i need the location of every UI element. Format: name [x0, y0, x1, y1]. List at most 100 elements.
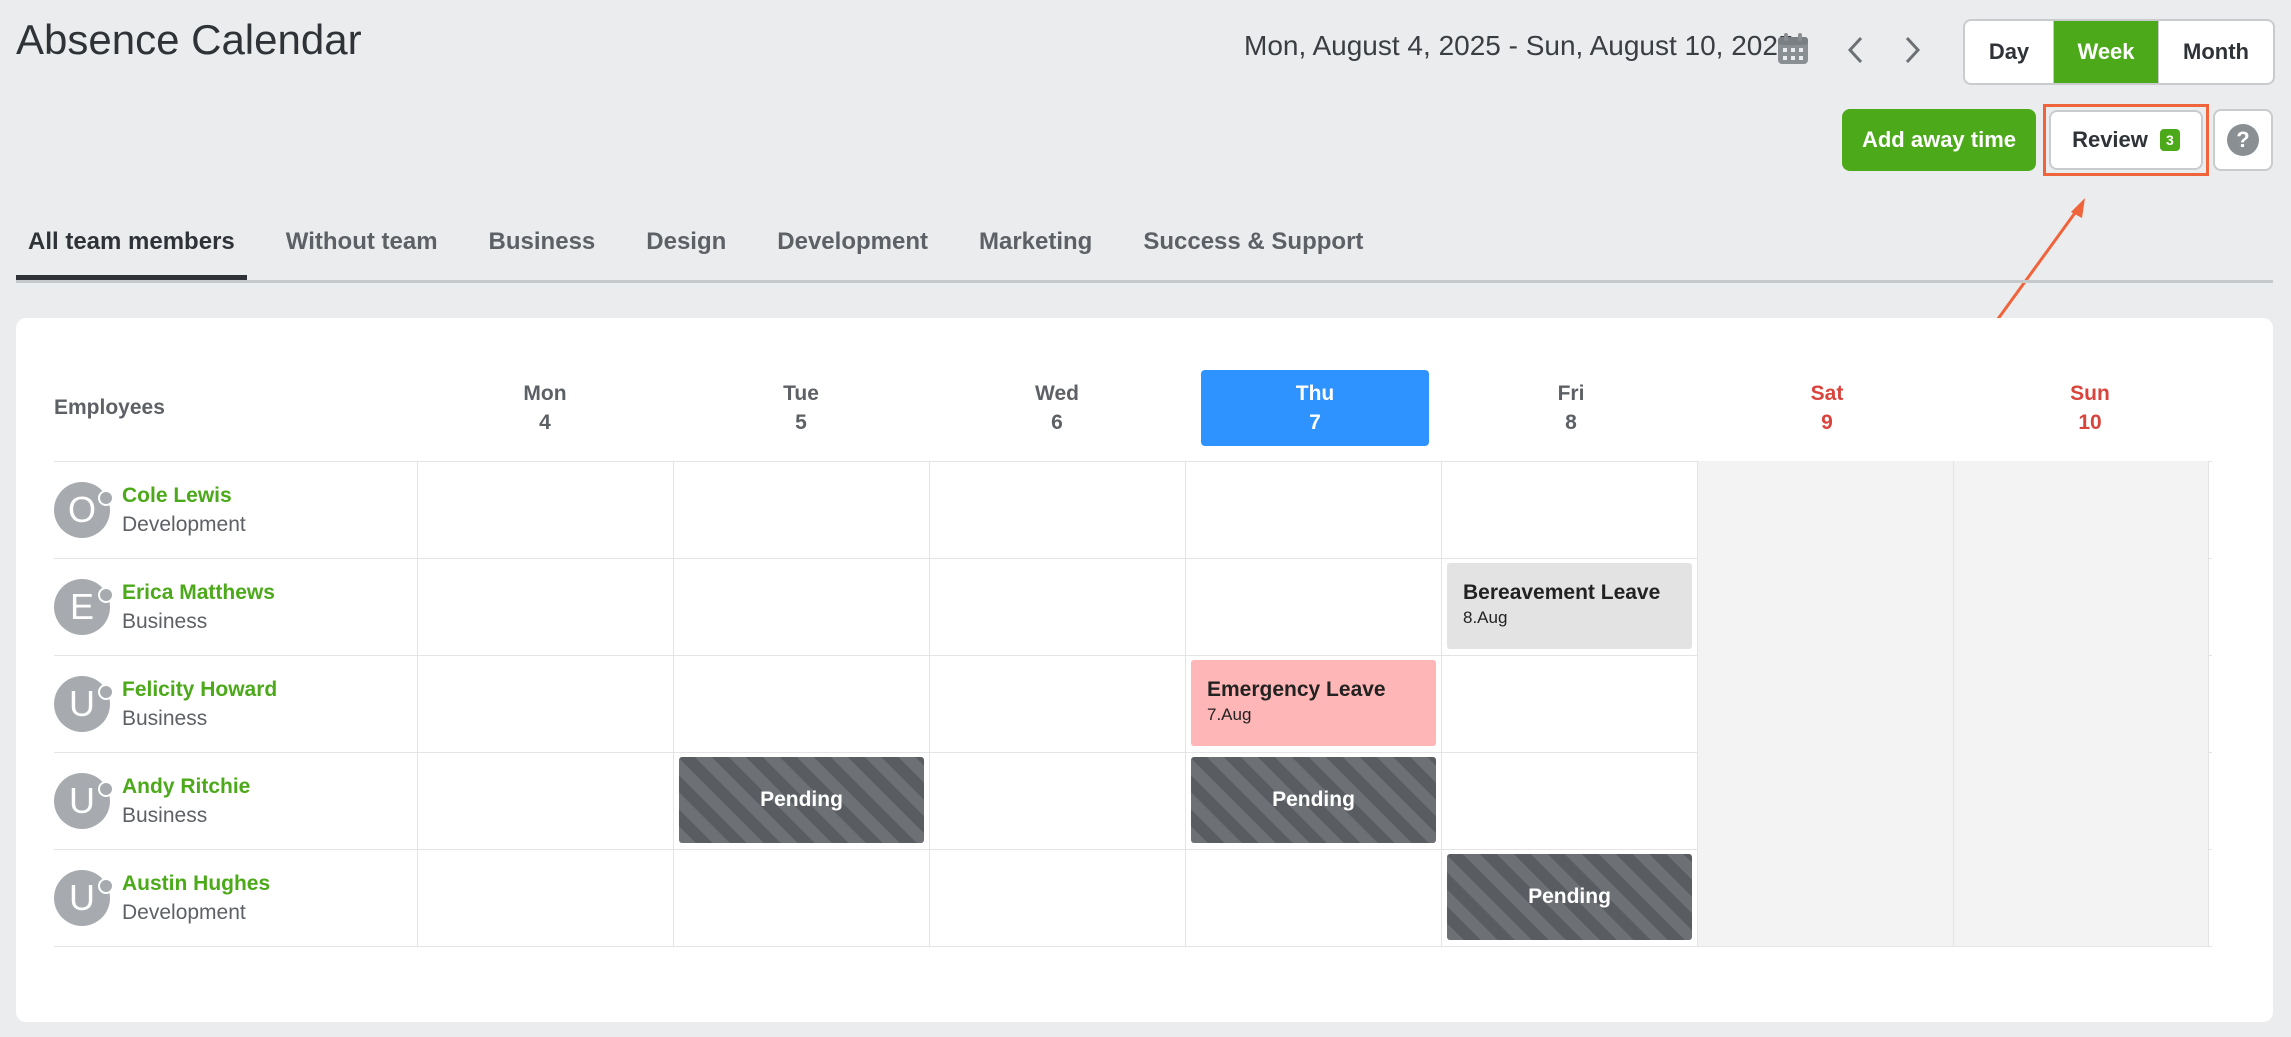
pending-event[interactable]: Pending [679, 757, 924, 843]
employee-cell: U Austin Hughes Development [54, 849, 416, 946]
day-cell[interactable] [1185, 558, 1441, 655]
day-cell-weekend[interactable] [1697, 461, 1953, 558]
employee-team: Development [122, 512, 246, 536]
employee-name-link[interactable]: Andy Ritchie [122, 772, 250, 801]
day-cell[interactable] [929, 655, 1185, 752]
employee-name-link[interactable]: Felicity Howard [122, 675, 277, 704]
emergency-leave-event[interactable]: Emergency Leave 7.Aug [1191, 660, 1436, 746]
employee-team: Development [122, 900, 246, 924]
day-cell[interactable] [929, 558, 1185, 655]
day-name: Mon [523, 382, 567, 405]
calendar-icon[interactable] [1776, 32, 1810, 66]
review-button[interactable]: Review 3 [2049, 110, 2203, 170]
day-cell[interactable] [1185, 849, 1441, 946]
day-cell[interactable] [673, 558, 929, 655]
tab-business[interactable]: Business [489, 214, 596, 277]
day-cell[interactable] [1185, 461, 1441, 558]
event-title: Emergency Leave [1207, 678, 1386, 701]
bereavement-leave-event[interactable]: Bereavement Leave 8.Aug [1447, 563, 1692, 649]
day-cell[interactable]: Pending [1185, 752, 1441, 849]
day-cell[interactable] [417, 752, 673, 849]
avatar: U [54, 675, 114, 732]
day-cell-weekend[interactable] [1697, 655, 1953, 752]
employee-cell: E Erica Matthews Business [54, 558, 416, 655]
employee-cell: O Cole Lewis Development [54, 461, 416, 558]
tab-design[interactable]: Design [646, 214, 726, 277]
pending-event[interactable]: Pending [1447, 854, 1692, 940]
day-name: Wed [1035, 382, 1079, 405]
avatar: E [54, 578, 114, 635]
help-button[interactable]: ? [2213, 109, 2273, 171]
day-header-sat: Sat 9 [1713, 370, 1941, 446]
day-cell[interactable] [1441, 655, 1697, 752]
day-cell[interactable] [1441, 461, 1697, 558]
day-header-mon: Mon 4 [431, 370, 659, 446]
day-cell[interactable] [929, 752, 1185, 849]
day-name: Thu [1295, 382, 1335, 405]
event-date: 7.Aug [1207, 705, 1252, 724]
day-number: 10 [2078, 411, 2102, 434]
day-cell[interactable]: Emergency Leave 7.Aug [1185, 655, 1441, 752]
day-number: 8 [1565, 411, 1577, 434]
day-cell[interactable] [417, 655, 673, 752]
day-cell[interactable]: Pending [1441, 849, 1697, 946]
help-icon: ? [2227, 124, 2259, 156]
employee-name-link[interactable]: Cole Lewis [122, 481, 246, 510]
day-name: Sat [1810, 382, 1844, 405]
day-cell-weekend[interactable] [1953, 558, 2209, 655]
avatar: U [54, 869, 114, 926]
day-header-sun: Sun 10 [1976, 370, 2204, 446]
day-cell[interactable] [673, 461, 929, 558]
status-dot [98, 780, 114, 797]
day-cell[interactable] [417, 461, 673, 558]
day-cell[interactable] [417, 849, 673, 946]
day-header-wed: Wed 6 [943, 370, 1171, 446]
day-cell-weekend[interactable] [1953, 849, 2209, 946]
team-tabs: All team members Without team Business D… [16, 214, 2273, 283]
next-week-button[interactable] [1892, 30, 1932, 70]
day-cell-weekend[interactable] [1953, 655, 2209, 752]
day-cell[interactable] [929, 461, 1185, 558]
employee-name-link[interactable]: Austin Hughes [122, 869, 270, 898]
day-cell[interactable]: Pending [673, 752, 929, 849]
view-month-button[interactable]: Month [2158, 21, 2273, 83]
previous-week-button[interactable] [1836, 30, 1876, 70]
day-cell[interactable] [673, 655, 929, 752]
add-away-time-button[interactable]: Add away time [1842, 109, 2036, 171]
day-cell-weekend[interactable] [1953, 752, 2209, 849]
date-range: Mon, August 4, 2025 - Sun, August 10, 20… [1244, 30, 1794, 61]
tab-all-team-members[interactable]: All team members [16, 214, 247, 280]
day-number: 6 [1051, 411, 1063, 434]
day-cell-weekend[interactable] [1697, 558, 1953, 655]
table-row: O Cole Lewis Development [54, 461, 2212, 559]
status-dot [98, 489, 114, 506]
chevron-right-icon [1905, 36, 1921, 64]
tab-without-team[interactable]: Without team [286, 214, 438, 277]
day-cell[interactable] [929, 849, 1185, 946]
day-number: 4 [539, 411, 551, 434]
day-cell-weekend[interactable] [1953, 461, 2209, 558]
day-cell[interactable] [1441, 752, 1697, 849]
review-count-badge: 3 [2159, 129, 2180, 151]
day-number: 7 [1309, 411, 1321, 434]
status-dot [98, 877, 114, 894]
pending-event[interactable]: Pending [1191, 757, 1436, 843]
day-cell[interactable] [673, 849, 929, 946]
avatar: O [54, 481, 114, 538]
table-row: E Erica Matthews Business Bereavement Le… [54, 558, 2212, 656]
day-header-thu-today: Thu 7 [1201, 370, 1429, 446]
employee-name-link[interactable]: Erica Matthews [122, 578, 275, 607]
tab-development[interactable]: Development [777, 214, 928, 277]
day-cell[interactable]: Bereavement Leave 8.Aug [1441, 558, 1697, 655]
day-cell[interactable] [417, 558, 673, 655]
view-day-button[interactable]: Day [1965, 21, 2054, 83]
day-cell-weekend[interactable] [1697, 849, 1953, 946]
chevron-left-icon [1847, 36, 1863, 64]
day-cell-weekend[interactable] [1697, 752, 1953, 849]
view-week-button[interactable]: Week [2054, 21, 2158, 83]
tab-marketing[interactable]: Marketing [979, 214, 1092, 277]
tab-success-support[interactable]: Success & Support [1143, 214, 1363, 277]
view-switcher: Day Week Month [1963, 19, 2275, 85]
employee-team: Business [122, 803, 208, 827]
employee-team: Business [122, 706, 208, 730]
